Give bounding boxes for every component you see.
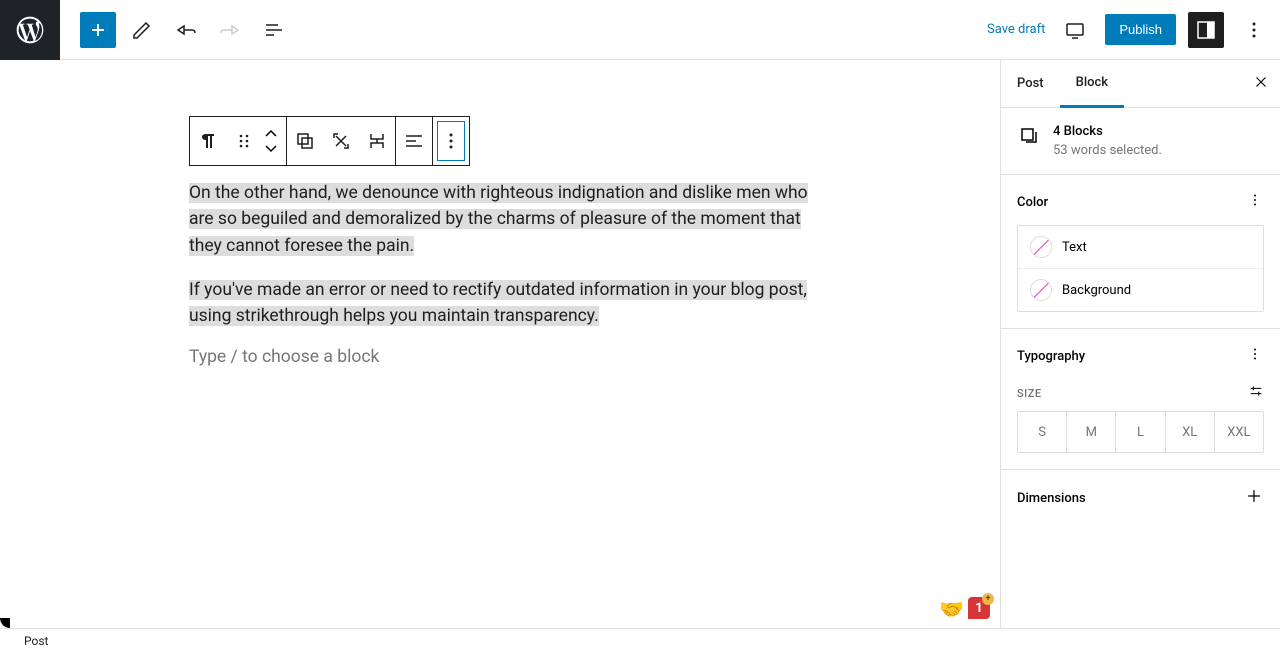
editor-area: On the other hand, we denounce with righ…: [0, 60, 1000, 628]
handshake-icon[interactable]: 🤝: [939, 597, 964, 621]
top-toolbar: Save draft Publish: [0, 0, 1280, 60]
paragraph-icon[interactable]: [190, 117, 226, 165]
tab-post[interactable]: Post: [1001, 60, 1060, 108]
settings-sidebar: Post Block 4 Blocks 53 words selected. C…: [1000, 60, 1280, 628]
options-button[interactable]: [1236, 12, 1272, 48]
outline-button[interactable]: [256, 12, 292, 48]
typography-menu-icon[interactable]: [1246, 345, 1264, 367]
duplicate-icon[interactable]: [287, 117, 323, 165]
align-icon[interactable]: [396, 117, 432, 165]
close-sidebar-icon[interactable]: [1252, 73, 1270, 95]
color-panel: Color Text Background: [1001, 175, 1280, 329]
plus-icon[interactable]: [1244, 486, 1264, 510]
size-l[interactable]: L: [1115, 412, 1164, 452]
size-custom-icon[interactable]: [1248, 383, 1264, 403]
sidebar-tabs: Post Block: [1001, 60, 1280, 108]
save-draft-link[interactable]: Save draft: [987, 22, 1045, 37]
typography-panel: Typography SIZE S M L XL XXL: [1001, 329, 1280, 470]
paragraph-block: On the other hand, we denounce with righ…: [189, 180, 809, 259]
word-count: 53 words selected.: [1053, 143, 1162, 158]
size-presets: S M L XL XXL: [1017, 411, 1264, 453]
breadcrumb-post[interactable]: Post: [24, 634, 48, 648]
preview-button[interactable]: [1057, 12, 1093, 48]
toolbar-right: Save draft Publish: [987, 12, 1280, 48]
dimensions-panel[interactable]: Dimensions: [1001, 470, 1280, 526]
wp-logo[interactable]: [0, 0, 60, 60]
block-info: 4 Blocks 53 words selected.: [1001, 108, 1280, 175]
content[interactable]: On the other hand, we denounce with righ…: [189, 180, 809, 367]
main-area: On the other hand, we denounce with righ…: [0, 60, 1280, 628]
block-placeholder[interactable]: Type / to choose a block: [189, 347, 809, 367]
more-options-icon[interactable]: [433, 117, 469, 165]
color-title: Color: [1017, 195, 1048, 210]
size-s[interactable]: S: [1018, 412, 1066, 452]
redo-button: [212, 12, 248, 48]
notification-badge[interactable]: 1 +: [968, 597, 990, 621]
settings-button[interactable]: [1188, 12, 1224, 48]
bottom-icons: 🤝 1 +: [939, 597, 990, 621]
block-count: 4 Blocks: [1053, 124, 1162, 139]
paragraph-block: If you've made an error or need to recti…: [189, 277, 809, 330]
background-swatch-icon: [1030, 279, 1052, 301]
copy-icon: [1017, 124, 1041, 148]
text-swatch-icon: [1030, 236, 1052, 258]
size-xl[interactable]: XL: [1165, 412, 1214, 452]
dimensions-title: Dimensions: [1017, 491, 1086, 506]
edit-mode-button[interactable]: [124, 12, 160, 48]
publish-button[interactable]: Publish: [1105, 14, 1176, 45]
add-block-button[interactable]: [80, 12, 116, 48]
text-color-item[interactable]: Text: [1018, 226, 1263, 268]
color-menu-icon[interactable]: [1246, 191, 1264, 213]
typography-title: Typography: [1017, 349, 1085, 364]
background-color-item[interactable]: Background: [1018, 268, 1263, 311]
split-icon[interactable]: [359, 117, 395, 165]
size-xxl[interactable]: XXL: [1214, 412, 1263, 452]
drag-handle-icon[interactable]: [226, 117, 262, 165]
move-buttons[interactable]: [262, 117, 286, 165]
size-m[interactable]: M: [1066, 412, 1115, 452]
transform-icon[interactable]: [323, 117, 359, 165]
tab-block[interactable]: Block: [1060, 60, 1124, 108]
toolbar-left: [60, 12, 292, 48]
block-toolbar: [189, 116, 470, 166]
size-label: SIZE: [1017, 387, 1042, 400]
footer-breadcrumb: Post: [0, 628, 1280, 653]
undo-button[interactable]: [168, 12, 204, 48]
